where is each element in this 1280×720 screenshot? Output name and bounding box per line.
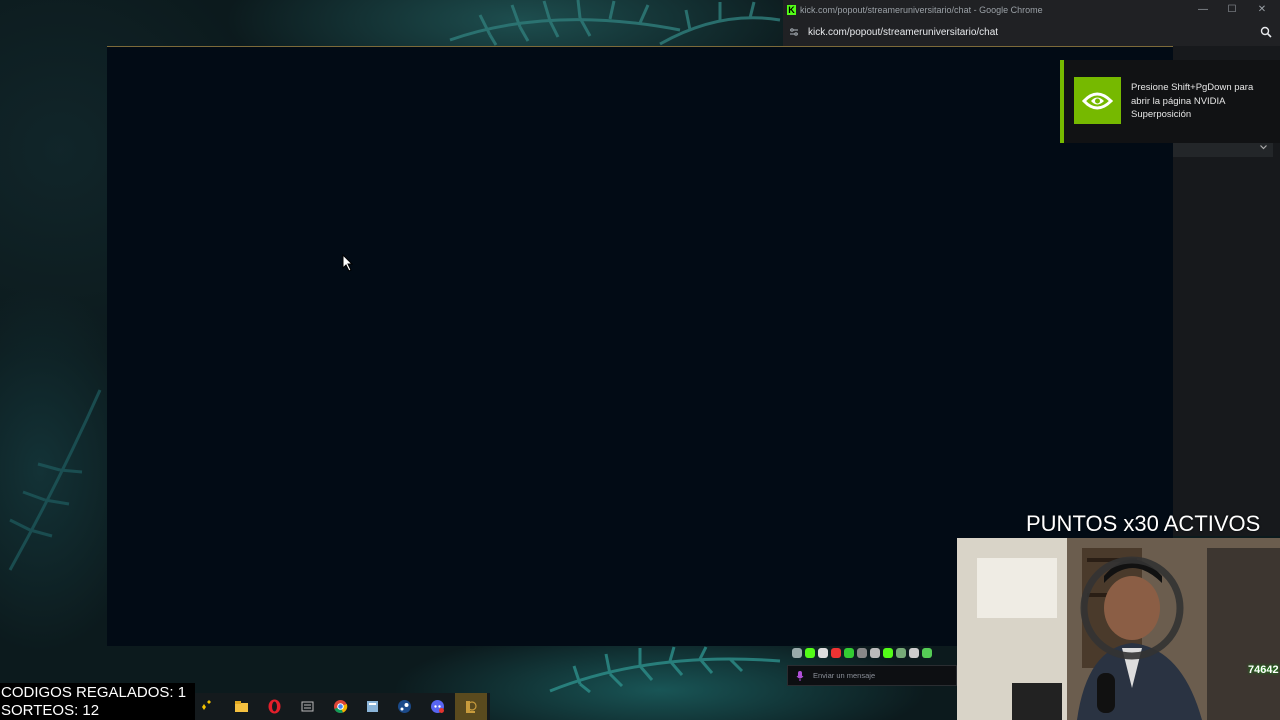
chat-input-placeholder: Enviar un mensaje: [813, 671, 876, 680]
windows-taskbar: [195, 693, 490, 720]
window-title: kick.com/popout/streameruniversitario/ch…: [800, 5, 1043, 15]
microphone-icon[interactable]: [796, 670, 804, 682]
emote-icon[interactable]: [909, 648, 919, 658]
sorteos-counter: SORTEOS: 12: [1, 702, 100, 719]
mouse-cursor-icon: [342, 254, 354, 272]
kick-logo-icon: K: [787, 5, 796, 15]
viewer-counter: 74642: [1248, 664, 1279, 676]
chat-emote-bar: [790, 648, 940, 663]
file-explorer-icon[interactable]: [234, 699, 249, 714]
url-text[interactable]: kick.com/popout/streameruniversitario/ch…: [808, 27, 998, 38]
codigos-counter: CODIGOS REGALADOS: 1: [1, 684, 187, 701]
emote-icon[interactable]: [857, 648, 867, 658]
nvidia-overlay-notification[interactable]: Presione Shift+PgDown para abrir la pági…: [1060, 60, 1280, 143]
site-info-icon[interactable]: [789, 27, 799, 37]
zoom-icon[interactable]: [1260, 26, 1272, 38]
stream-stats-overlay: CODIGOS REGALADOS: 1 SORTEOS: 12: [0, 683, 195, 720]
fern-wallpaper-top: [449, 0, 781, 46]
close-button[interactable]: ✕: [1255, 3, 1269, 17]
emote-icon[interactable]: [844, 648, 854, 658]
emote-icon[interactable]: [883, 648, 893, 658]
opera-icon[interactable]: [267, 699, 282, 714]
notification-message: Presione Shift+PgDown para abrir la pági…: [1131, 82, 1254, 120]
webcam-image: [957, 538, 1280, 720]
minimize-button[interactable]: —: [1196, 3, 1210, 17]
league-of-legends-icon[interactable]: [463, 699, 478, 714]
calculator-icon[interactable]: [365, 699, 380, 714]
puntos-banner: PUNTOS x30 ACTIVOS: [1026, 511, 1261, 536]
nvidia-logo-icon: [1074, 77, 1121, 124]
emote-icon[interactable]: [792, 648, 802, 658]
chat-message-input[interactable]: Enviar un mensaje: [787, 665, 957, 686]
chrome-popout-window: K kick.com/popout/streameruniversitario/…: [783, 0, 1280, 46]
webcam-feed: 74642: [957, 538, 1280, 720]
emote-icon[interactable]: [896, 648, 906, 658]
emote-icon[interactable]: [805, 648, 815, 658]
fern-wallpaper-bottom: [549, 646, 781, 693]
league-launcher-icon[interactable]: [300, 699, 315, 714]
maximize-button[interactable]: ☐: [1225, 3, 1239, 17]
fern-wallpaper-left: [8, 389, 102, 571]
emote-icon[interactable]: [818, 648, 828, 658]
emote-icon[interactable]: [870, 648, 880, 658]
chrome-icon[interactable]: [333, 699, 348, 714]
discord-icon[interactable]: [430, 699, 445, 714]
chrome-titlebar[interactable]: K kick.com/popout/streameruniversitario/…: [783, 0, 1280, 21]
chevron-down-icon: [1260, 145, 1267, 150]
copilot-icon[interactable]: [199, 699, 214, 714]
emote-icon[interactable]: [922, 648, 932, 658]
emote-icon[interactable]: [831, 648, 841, 658]
address-bar[interactable]: kick.com/popout/streameruniversitario/ch…: [783, 21, 1280, 45]
steam-icon[interactable]: [397, 699, 412, 714]
